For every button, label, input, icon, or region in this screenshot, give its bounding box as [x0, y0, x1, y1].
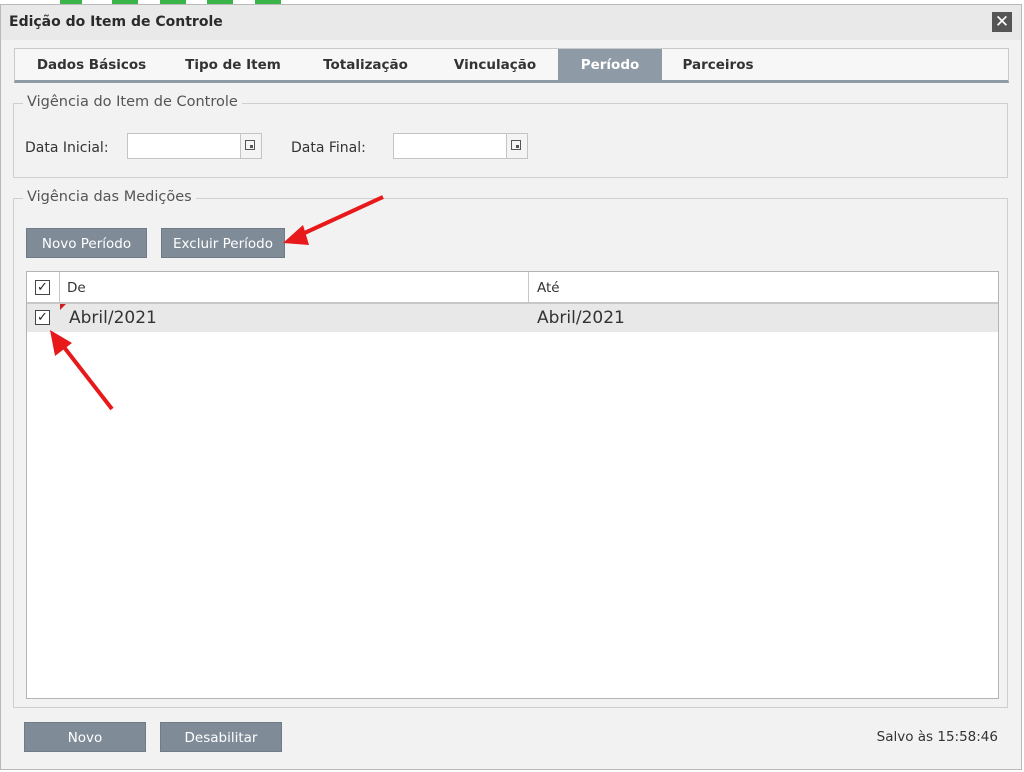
calendar-icon[interactable] [240, 134, 261, 158]
periods-grid: ✓ De Até ✓ Abril/2021 Abril/2021 [26, 271, 999, 699]
tab-tipo-de-item[interactable]: Tipo de Item [168, 49, 298, 81]
column-header-ate[interactable]: Até [537, 280, 560, 296]
dirty-cell-marker [60, 304, 66, 310]
start-date-field[interactable] [127, 133, 262, 159]
tab-parceiros[interactable]: Parceiros [662, 49, 774, 81]
row-ate-value: Abril/2021 [537, 308, 625, 328]
tab-periodo[interactable]: Período [558, 49, 662, 81]
new-period-button[interactable]: Novo Período [26, 228, 147, 258]
start-date-label: Data Inicial: [25, 140, 109, 156]
dialog-title: Edição do Item de Controle [9, 14, 223, 30]
tab-dados-basicos[interactable]: Dados Básicos [15, 49, 168, 81]
tab-totalizacao[interactable]: Totalização [298, 49, 433, 81]
grid-header: ✓ De Até [27, 272, 998, 304]
new-button[interactable]: Novo [24, 722, 146, 752]
tab-bar: Dados Básicos Tipo de Item Totalização V… [14, 48, 1009, 83]
row-checkbox[interactable]: ✓ [35, 310, 50, 325]
calendar-icon[interactable] [506, 134, 527, 158]
save-status: Salvo às 15:58:46 [876, 729, 998, 745]
select-all-checkbox[interactable]: ✓ [35, 280, 50, 295]
row-de-value: Abril/2021 [69, 308, 157, 328]
tab-vinculacao[interactable]: Vinculação [433, 49, 557, 81]
table-row[interactable]: ✓ Abril/2021 Abril/2021 [27, 304, 998, 332]
disable-button[interactable]: Desabilitar [160, 722, 282, 752]
end-date-label: Data Final: [291, 140, 366, 156]
edit-control-item-dialog: Edição do Item de Controle ✕ Dados Básic… [0, 4, 1022, 770]
measurement-validity-legend: Vigência das Medições [23, 189, 196, 205]
dialog-titlebar: Edição do Item de Controle ✕ [1, 5, 1021, 40]
item-validity-legend: Vigência do Item de Controle [23, 94, 242, 110]
column-header-de[interactable]: De [67, 280, 86, 296]
delete-period-button[interactable]: Excluir Período [161, 228, 285, 258]
close-icon[interactable]: ✕ [992, 12, 1012, 32]
end-date-field[interactable] [393, 133, 528, 159]
